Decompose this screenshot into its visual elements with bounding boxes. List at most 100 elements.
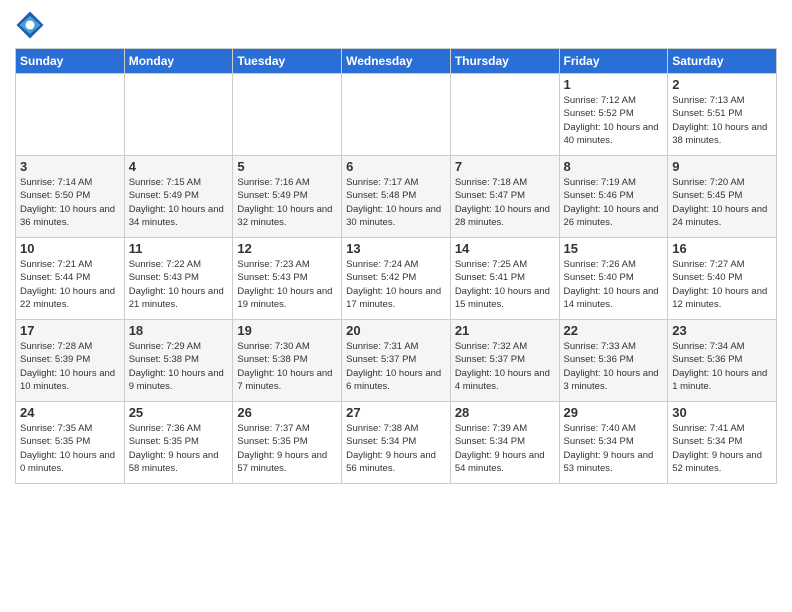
day-info: Sunrise: 7:22 AM Sunset: 5:43 PM Dayligh… xyxy=(129,258,229,311)
day-info: Sunrise: 7:29 AM Sunset: 5:38 PM Dayligh… xyxy=(129,340,229,393)
calendar-cell: 19 Sunrise: 7:30 AM Sunset: 5:38 PM Dayli… xyxy=(233,320,342,402)
day-info: Sunrise: 7:25 AM Sunset: 5:41 PM Dayligh… xyxy=(455,258,555,311)
calendar-header-row: SundayMondayTuesdayWednesdayThursdayFrid… xyxy=(16,49,777,74)
calendar-cell: 29 Sunrise: 7:40 AM Sunset: 5:34 PM Dayli… xyxy=(559,402,668,484)
calendar-cell: 15 Sunrise: 7:26 AM Sunset: 5:40 PM Dayli… xyxy=(559,238,668,320)
day-number: 21 xyxy=(455,323,555,338)
calendar-cell: 8 Sunrise: 7:19 AM Sunset: 5:46 PM Daylig… xyxy=(559,156,668,238)
calendar-cell: 5 Sunrise: 7:16 AM Sunset: 5:49 PM Daylig… xyxy=(233,156,342,238)
calendar-cell xyxy=(450,74,559,156)
day-info: Sunrise: 7:13 AM Sunset: 5:51 PM Dayligh… xyxy=(672,94,772,147)
calendar-cell: 10Sunrise: 7:21 AM Sunset: 5:44 PM Dayli… xyxy=(16,238,125,320)
day-number: 4 xyxy=(129,159,229,174)
calendar-week-row: 17 Sunrise: 7:28 AM Sunset: 5:39 PM Dayli… xyxy=(16,320,777,402)
day-info: Sunrise: 7:31 AM Sunset: 5:37 PM Dayligh… xyxy=(346,340,446,393)
day-info: Sunrise: 7:19 AM Sunset: 5:46 PM Dayligh… xyxy=(564,176,664,229)
calendar-cell: 6 Sunrise: 7:17 AM Sunset: 5:48 PM Daylig… xyxy=(342,156,451,238)
calendar-cell: 14Sunrise: 7:25 AM Sunset: 5:41 PM Dayli… xyxy=(450,238,559,320)
logo-icon xyxy=(15,10,45,40)
day-info: Sunrise: 7:17 AM Sunset: 5:48 PM Dayligh… xyxy=(346,176,446,229)
day-info: Sunrise: 7:35 AM Sunset: 5:35 PM Dayligh… xyxy=(20,422,120,475)
day-number: 20 xyxy=(346,323,446,338)
day-number: 18 xyxy=(129,323,229,338)
day-number: 30 xyxy=(672,405,772,420)
day-number: 17 xyxy=(20,323,120,338)
calendar-cell: 1 Sunrise: 7:12 AM Sunset: 5:52 PM Daylig… xyxy=(559,74,668,156)
calendar-cell xyxy=(342,74,451,156)
day-info: Sunrise: 7:33 AM Sunset: 5:36 PM Dayligh… xyxy=(564,340,664,393)
day-number: 12 xyxy=(237,241,337,256)
day-number: 11 xyxy=(129,241,229,256)
day-info: Sunrise: 7:36 AM Sunset: 5:35 PM Dayligh… xyxy=(129,422,229,475)
day-number: 27 xyxy=(346,405,446,420)
weekday-header: Friday xyxy=(559,49,668,74)
calendar-cell: 9 Sunrise: 7:20 AM Sunset: 5:45 PM Daylig… xyxy=(668,156,777,238)
day-number: 3 xyxy=(20,159,120,174)
calendar-cell: 26 Sunrise: 7:37 AM Sunset: 5:35 PM Dayli… xyxy=(233,402,342,484)
calendar-table: SundayMondayTuesdayWednesdayThursdayFrid… xyxy=(15,48,777,484)
day-info: Sunrise: 7:40 AM Sunset: 5:34 PM Dayligh… xyxy=(564,422,664,475)
day-info: Sunrise: 7:18 AM Sunset: 5:47 PM Dayligh… xyxy=(455,176,555,229)
calendar-cell: 7 Sunrise: 7:18 AM Sunset: 5:47 PM Daylig… xyxy=(450,156,559,238)
calendar-cell: 3 Sunrise: 7:14 AM Sunset: 5:50 PM Daylig… xyxy=(16,156,125,238)
calendar-cell xyxy=(16,74,125,156)
day-number: 13 xyxy=(346,241,446,256)
calendar-cell: 17 Sunrise: 7:28 AM Sunset: 5:39 PM Dayli… xyxy=(16,320,125,402)
day-number: 16 xyxy=(672,241,772,256)
calendar-cell: 24 Sunrise: 7:35 AM Sunset: 5:35 PM Dayli… xyxy=(16,402,125,484)
day-number: 15 xyxy=(564,241,664,256)
calendar-cell: 18 Sunrise: 7:29 AM Sunset: 5:38 PM Dayli… xyxy=(124,320,233,402)
calendar-week-row: 24 Sunrise: 7:35 AM Sunset: 5:35 PM Dayli… xyxy=(16,402,777,484)
day-number: 2 xyxy=(672,77,772,92)
weekday-header: Sunday xyxy=(16,49,125,74)
day-number: 7 xyxy=(455,159,555,174)
day-number: 5 xyxy=(237,159,337,174)
day-number: 1 xyxy=(564,77,664,92)
calendar-cell: 30 Sunrise: 7:41 AM Sunset: 5:34 PM Dayli… xyxy=(668,402,777,484)
day-info: Sunrise: 7:30 AM Sunset: 5:38 PM Dayligh… xyxy=(237,340,337,393)
page-container: SundayMondayTuesdayWednesdayThursdayFrid… xyxy=(0,0,792,489)
day-number: 26 xyxy=(237,405,337,420)
calendar-cell: 2 Sunrise: 7:13 AM Sunset: 5:51 PM Daylig… xyxy=(668,74,777,156)
day-number: 24 xyxy=(20,405,120,420)
calendar-cell: 4 Sunrise: 7:15 AM Sunset: 5:49 PM Daylig… xyxy=(124,156,233,238)
weekday-header: Monday xyxy=(124,49,233,74)
day-number: 28 xyxy=(455,405,555,420)
day-info: Sunrise: 7:28 AM Sunset: 5:39 PM Dayligh… xyxy=(20,340,120,393)
calendar-cell: 21Sunrise: 7:32 AM Sunset: 5:37 PM Dayli… xyxy=(450,320,559,402)
day-info: Sunrise: 7:15 AM Sunset: 5:49 PM Dayligh… xyxy=(129,176,229,229)
day-number: 9 xyxy=(672,159,772,174)
day-info: Sunrise: 7:27 AM Sunset: 5:40 PM Dayligh… xyxy=(672,258,772,311)
day-number: 19 xyxy=(237,323,337,338)
calendar-cell: 13Sunrise: 7:24 AM Sunset: 5:42 PM Dayli… xyxy=(342,238,451,320)
day-info: Sunrise: 7:41 AM Sunset: 5:34 PM Dayligh… xyxy=(672,422,772,475)
day-info: Sunrise: 7:23 AM Sunset: 5:43 PM Dayligh… xyxy=(237,258,337,311)
day-number: 29 xyxy=(564,405,664,420)
day-number: 10 xyxy=(20,241,120,256)
day-number: 8 xyxy=(564,159,664,174)
day-number: 25 xyxy=(129,405,229,420)
day-number: 22 xyxy=(564,323,664,338)
calendar-cell: 27 Sunrise: 7:38 AM Sunset: 5:34 PM Dayli… xyxy=(342,402,451,484)
calendar-cell: 25 Sunrise: 7:36 AM Sunset: 5:35 PM Dayli… xyxy=(124,402,233,484)
day-info: Sunrise: 7:38 AM Sunset: 5:34 PM Dayligh… xyxy=(346,422,446,475)
day-info: Sunrise: 7:37 AM Sunset: 5:35 PM Dayligh… xyxy=(237,422,337,475)
day-info: Sunrise: 7:16 AM Sunset: 5:49 PM Dayligh… xyxy=(237,176,337,229)
calendar-week-row: 3 Sunrise: 7:14 AM Sunset: 5:50 PM Daylig… xyxy=(16,156,777,238)
day-info: Sunrise: 7:12 AM Sunset: 5:52 PM Dayligh… xyxy=(564,94,664,147)
day-number: 6 xyxy=(346,159,446,174)
calendar-cell: 20 Sunrise: 7:31 AM Sunset: 5:37 PM Dayli… xyxy=(342,320,451,402)
day-info: Sunrise: 7:14 AM Sunset: 5:50 PM Dayligh… xyxy=(20,176,120,229)
calendar-cell: 23 Sunrise: 7:34 AM Sunset: 5:36 PM Dayli… xyxy=(668,320,777,402)
calendar-cell: 28Sunrise: 7:39 AM Sunset: 5:34 PM Dayli… xyxy=(450,402,559,484)
day-info: Sunrise: 7:34 AM Sunset: 5:36 PM Dayligh… xyxy=(672,340,772,393)
day-info: Sunrise: 7:26 AM Sunset: 5:40 PM Dayligh… xyxy=(564,258,664,311)
header xyxy=(15,10,777,40)
weekday-header: Tuesday xyxy=(233,49,342,74)
weekday-header: Saturday xyxy=(668,49,777,74)
calendar-cell: 16 Sunrise: 7:27 AM Sunset: 5:40 PM Dayli… xyxy=(668,238,777,320)
weekday-header: Wednesday xyxy=(342,49,451,74)
calendar-week-row: 10Sunrise: 7:21 AM Sunset: 5:44 PM Dayli… xyxy=(16,238,777,320)
day-info: Sunrise: 7:20 AM Sunset: 5:45 PM Dayligh… xyxy=(672,176,772,229)
day-number: 23 xyxy=(672,323,772,338)
